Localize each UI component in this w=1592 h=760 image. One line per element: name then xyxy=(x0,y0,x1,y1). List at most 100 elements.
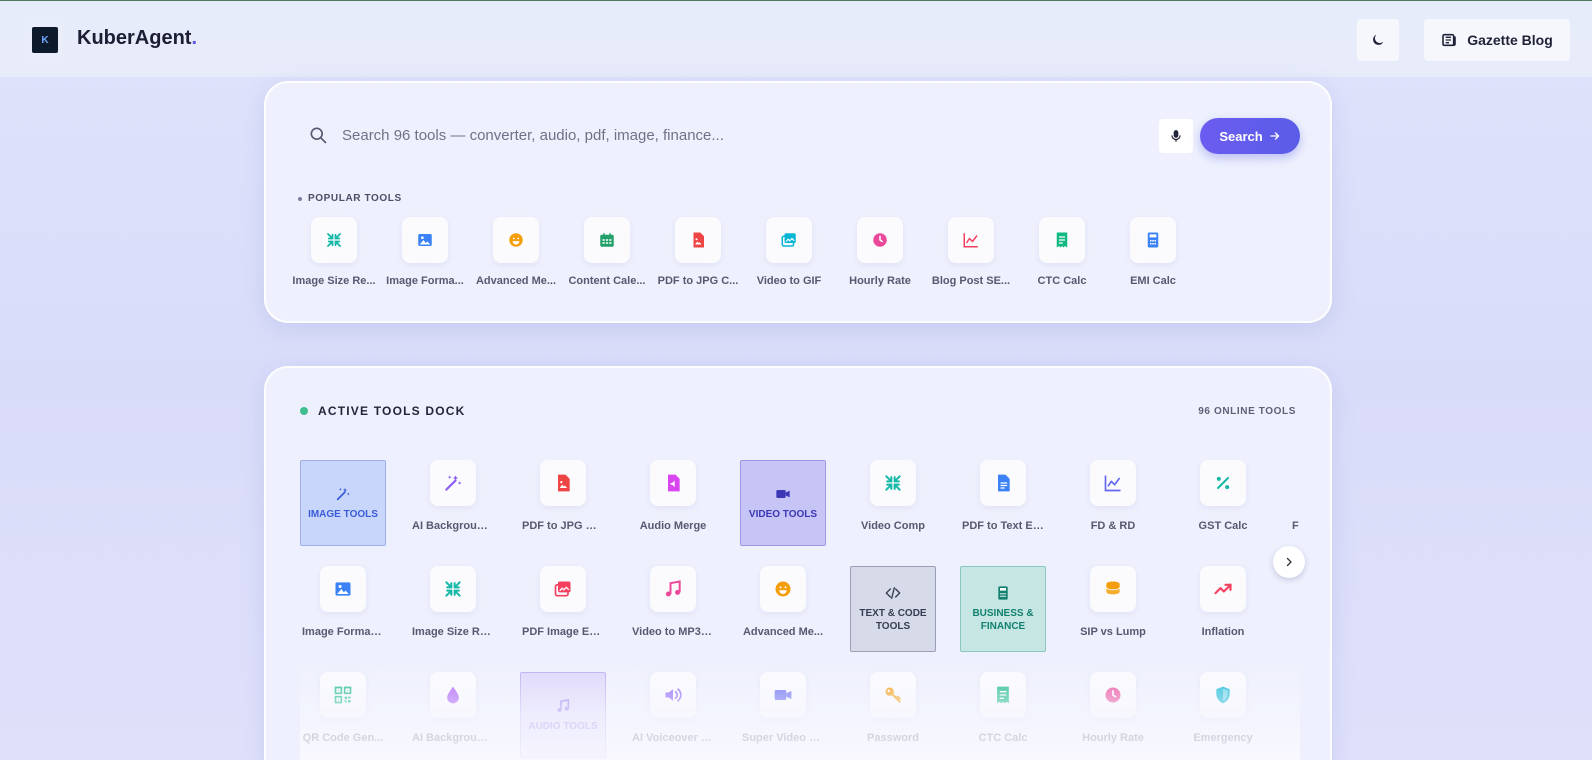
category-label: VIDEO TOOLS xyxy=(748,508,818,520)
gazette-blog-button[interactable]: Gazette Blog xyxy=(1424,19,1570,61)
dock-title: ACTIVE TOOLS DOCK xyxy=(300,404,466,418)
tool-tile[interactable]: Hourly Rate xyxy=(1070,672,1156,758)
emoji-icon xyxy=(773,579,793,599)
tool-label: Audio Merge xyxy=(639,520,707,532)
search-button[interactable]: Search xyxy=(1200,118,1300,154)
category-label: IMAGE TOOLS xyxy=(308,508,378,520)
tool-tile[interactable]: Password xyxy=(850,672,936,758)
search-input[interactable] xyxy=(342,119,1132,151)
tool-label: GST Calc xyxy=(1198,520,1248,532)
moon-icon xyxy=(1373,34,1384,45)
category-tile[interactable]: AUDIO TOOLS xyxy=(520,672,606,758)
image-icon xyxy=(333,579,353,599)
popular-tool-item[interactable]: Image Forma... xyxy=(383,217,467,287)
clock-icon xyxy=(1103,685,1123,705)
tool-label: Password xyxy=(867,732,919,744)
compress-icon xyxy=(325,231,343,249)
tool-label: Super Video E... xyxy=(742,732,826,744)
tool-label: PDF Image Ext... xyxy=(522,626,606,638)
popular-tool-label: Image Forma... xyxy=(386,275,464,287)
tool-tile[interactable]: Audio Merge xyxy=(630,460,716,546)
video-icon xyxy=(775,486,791,502)
popular-tool-item[interactable]: CTC Calc xyxy=(1020,217,1104,287)
popular-tool-item[interactable]: Advanced Me... xyxy=(474,217,558,287)
coins-icon xyxy=(1103,579,1123,599)
tool-tile[interactable]: AI Background ... xyxy=(410,460,496,546)
percent-icon xyxy=(1213,473,1233,493)
category-tile[interactable]: BUSINESS & FINANCE xyxy=(960,566,1046,652)
popular-tool-item[interactable]: Blog Post SE... xyxy=(929,217,1013,287)
pdf-image-icon xyxy=(553,473,573,493)
tool-label: AI Voiceover (T... xyxy=(632,732,716,744)
receipt-icon xyxy=(1053,231,1071,249)
scroll-next-button[interactable] xyxy=(1273,546,1305,578)
arrow-right-icon xyxy=(1270,132,1279,140)
tool-tile[interactable]: AI Voiceover (T... xyxy=(630,672,716,758)
tool-tile[interactable]: SIP vs Lump xyxy=(1070,566,1156,652)
magic-wand-icon xyxy=(335,486,351,502)
calendar-icon xyxy=(598,231,616,249)
image-icon xyxy=(416,231,434,249)
popular-tool-label: Video to GIF xyxy=(756,275,822,287)
theme-toggle-button[interactable] xyxy=(1357,19,1399,61)
tool-label: PDF to Text Ex... xyxy=(962,520,1046,532)
search-icon xyxy=(310,127,327,144)
tool-label: Video to MP3 E... xyxy=(632,626,716,638)
chevron-right-icon xyxy=(1286,557,1292,567)
category-label: BUSINESS & FINANCE xyxy=(972,608,1034,632)
tool-tile[interactable]: Inflation xyxy=(1180,566,1266,652)
drop-icon xyxy=(443,685,463,705)
popular-tools-heading: POPULAR TOOLS xyxy=(298,193,402,204)
tool-tile[interactable]: Image Format ... xyxy=(300,566,386,652)
tool-tile[interactable]: AI Background ... xyxy=(410,672,496,758)
tool-label: Image Format ... xyxy=(302,626,386,638)
tool-label: AI Background ... xyxy=(412,732,496,744)
tool-tile[interactable]: Super Video E... xyxy=(740,672,826,758)
popular-tool-item[interactable]: Video to GIF xyxy=(747,217,831,287)
tool-label: F xyxy=(1292,520,1299,532)
popular-tool-label: Blog Post SE... xyxy=(931,275,1011,287)
code-icon xyxy=(885,585,901,601)
speaker-icon xyxy=(663,685,683,705)
tool-tile[interactable]: Emergency xyxy=(1180,672,1266,758)
tool-tile[interactable]: Image Size Red... xyxy=(410,566,496,652)
calculator-icon xyxy=(995,585,1011,601)
tool-tile[interactable]: PDF to Text Ex... xyxy=(960,460,1046,546)
popular-tool-label: CTC Calc xyxy=(1037,275,1087,287)
tool-tile[interactable]: PDF Image Ext... xyxy=(520,566,606,652)
tool-tile[interactable]: FD & RD xyxy=(1070,460,1156,546)
voice-search-button[interactable] xyxy=(1159,119,1193,153)
popular-tool-item[interactable]: Content Cale... xyxy=(565,217,649,287)
category-tile[interactable]: IMAGE TOOLS xyxy=(300,460,386,546)
pdf-image-icon xyxy=(689,231,707,249)
tools-grid: IMAGE TOOLS AI Background ... PDF to JPG C… xyxy=(300,460,1300,760)
logo-mark-icon: K xyxy=(32,27,58,53)
tool-tile[interactable]: Video to MP3 E... xyxy=(630,566,716,652)
tool-tile[interactable]: F xyxy=(1290,460,1300,546)
category-tile[interactable]: VIDEO TOOLS xyxy=(740,460,826,546)
tool-tile[interactable]: Advanced Me... xyxy=(740,566,826,652)
tool-tile[interactable]: CTC Calc xyxy=(960,672,1046,758)
logo[interactable]: K xyxy=(26,21,64,59)
trend-up-icon xyxy=(1213,579,1233,599)
popular-tool-item[interactable]: Hourly Rate xyxy=(838,217,922,287)
chart-line-icon xyxy=(1103,473,1123,493)
category-label: TEXT & CODE TOOLS xyxy=(859,608,927,632)
popular-tool-item[interactable]: EMI Calc xyxy=(1111,217,1195,287)
popular-tool-item[interactable]: Image Size Re... xyxy=(292,217,376,287)
tool-label: QR Code Gen... xyxy=(302,732,384,744)
compress-icon xyxy=(883,473,903,493)
shield-icon xyxy=(1213,685,1233,705)
tool-tile[interactable]: Video Comp xyxy=(850,460,936,546)
tool-tile[interactable]: PDF to JPG Co... xyxy=(520,460,606,546)
live-status-dot-icon xyxy=(300,407,308,415)
popular-tool-item[interactable]: PDF to JPG C... xyxy=(656,217,740,287)
brand-name[interactable]: KuberAgent. xyxy=(77,27,197,50)
video-icon xyxy=(773,685,793,705)
music-icon xyxy=(555,698,571,714)
category-tile[interactable]: TEXT & CODE TOOLS xyxy=(850,566,936,652)
tool-label: Inflation xyxy=(1201,626,1245,638)
tool-tile[interactable]: GST Calc xyxy=(1180,460,1266,546)
tool-tile[interactable]: QR Code Gen... xyxy=(300,672,386,758)
tool-label: CTC Calc xyxy=(978,732,1028,744)
